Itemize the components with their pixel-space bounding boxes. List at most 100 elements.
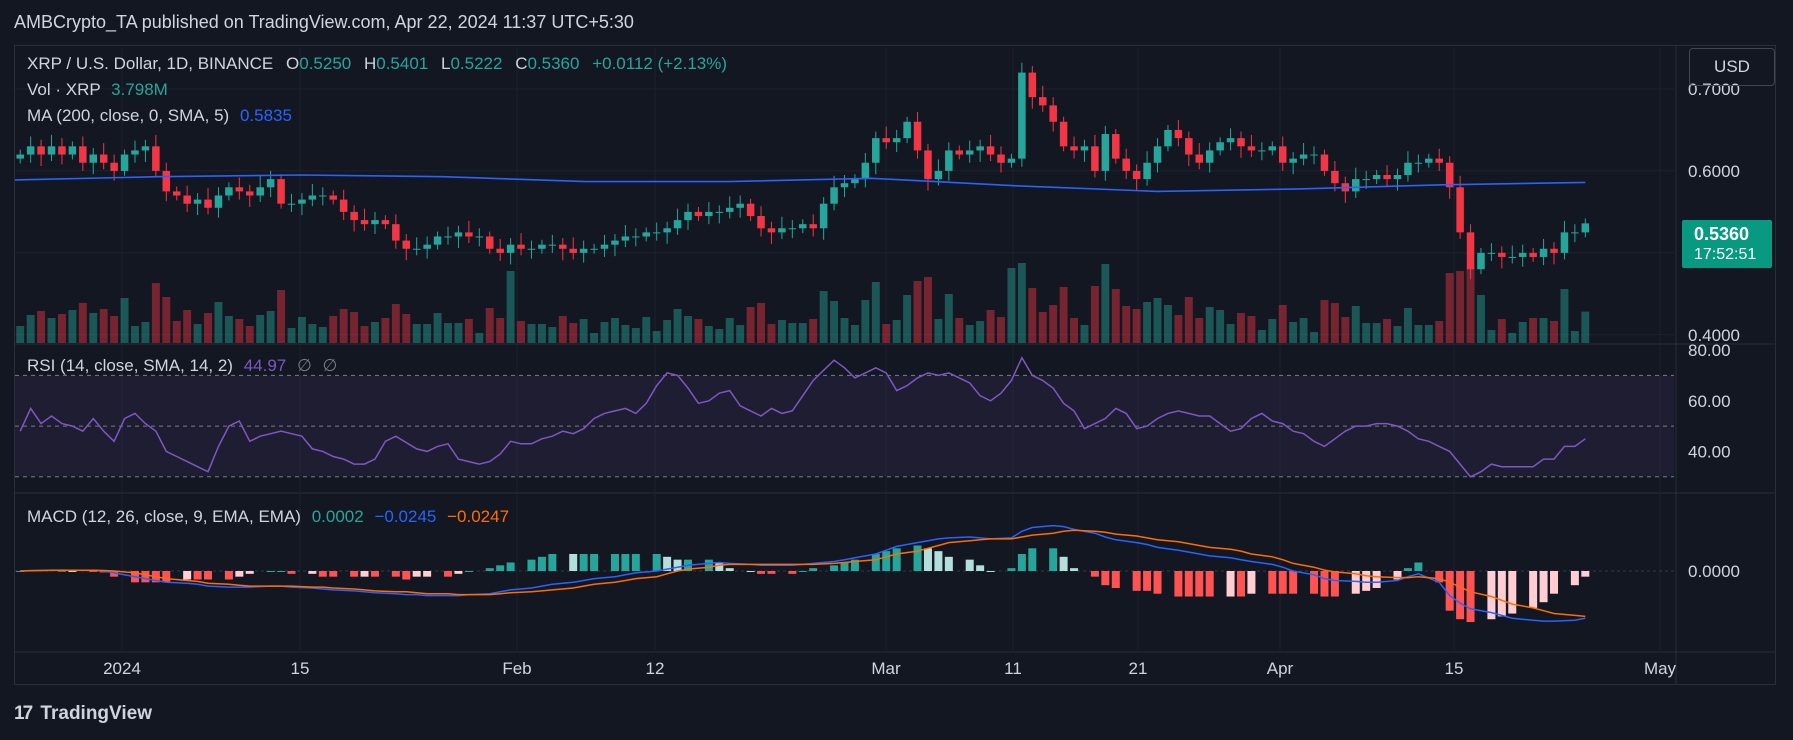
candle-body xyxy=(788,228,797,230)
volume-bar xyxy=(433,313,442,343)
macd-histogram-bar xyxy=(245,571,254,574)
rsi-value: 44.97 xyxy=(243,356,287,375)
symbol-legend[interactable]: XRP / U.S. Dollar, 1D, BINANCE O0.5250 H… xyxy=(27,54,727,74)
volume-bar xyxy=(1570,331,1579,343)
candle-body xyxy=(141,146,150,151)
candle-body xyxy=(1049,105,1057,122)
volume-bar xyxy=(1477,295,1485,343)
volume-bar xyxy=(558,316,567,343)
candle-body xyxy=(934,170,943,180)
candle-body xyxy=(183,195,191,204)
candle-body xyxy=(663,228,671,233)
candle-body xyxy=(1539,248,1548,257)
volume-bar xyxy=(1310,332,1318,343)
candle-body xyxy=(715,211,724,213)
macd-histogram-bar xyxy=(892,548,901,571)
volume-bar xyxy=(329,316,338,343)
rsi-legend[interactable]: RSI (14, close, SMA, 14, 2) 44.97 ∅ ∅ xyxy=(27,356,337,376)
volume-legend[interactable]: Vol · XRP 3.798M xyxy=(27,80,168,100)
volume-bar xyxy=(934,319,943,343)
candle-body xyxy=(99,154,108,163)
volume-bar xyxy=(381,318,390,343)
volume-bar xyxy=(621,325,630,343)
volume-bar xyxy=(1403,308,1412,343)
candle-body xyxy=(1299,154,1308,159)
symbol-title[interactable]: XRP / U.S. Dollar, 1D, BINANCE xyxy=(27,54,273,73)
candle-body xyxy=(204,199,212,208)
candle-body xyxy=(287,203,296,205)
macd-histogram-bar xyxy=(1372,571,1381,589)
volume-bar xyxy=(1497,319,1506,343)
macd-histogram-bar xyxy=(329,571,338,577)
rsi-tick-label: 60.00 xyxy=(1688,392,1731,411)
macd-histogram-bar xyxy=(1278,571,1287,594)
macd-histogram-bar xyxy=(1007,568,1016,571)
candle-body xyxy=(924,150,932,180)
rsi-tick-label: 40.00 xyxy=(1688,442,1731,461)
macd-legend[interactable]: MACD (12, 26, close, 9, EMA, EMA) 0.0002… xyxy=(27,507,509,527)
volume-bar xyxy=(266,311,275,343)
volume-bar xyxy=(224,316,233,343)
macd-histogram-bar xyxy=(537,556,546,571)
candle-body xyxy=(861,162,870,180)
volume-bar xyxy=(798,323,807,343)
volume-bar xyxy=(235,319,244,343)
macd-histogram-bar xyxy=(673,559,682,571)
candle-body xyxy=(600,244,609,249)
currency-button[interactable]: USD xyxy=(1689,48,1775,86)
volume-bar xyxy=(1216,310,1225,343)
volume-bar xyxy=(120,298,129,343)
candle-body xyxy=(1320,154,1329,171)
volume-bar xyxy=(371,322,379,343)
macd-histogram-bar xyxy=(746,571,755,572)
volume-bar xyxy=(1059,287,1068,343)
candle-body xyxy=(548,244,557,246)
volume-bar xyxy=(1456,271,1465,343)
volume-bar xyxy=(402,314,411,343)
volume-bar xyxy=(631,328,640,343)
candle-body xyxy=(1571,232,1579,234)
volume-bar xyxy=(757,303,765,343)
candle-body xyxy=(705,211,713,216)
macd-histogram-bar xyxy=(1529,571,1538,608)
candle-body xyxy=(736,203,744,208)
volume-bar xyxy=(1320,300,1329,343)
candle-body xyxy=(423,244,431,249)
ma-legend[interactable]: MA (200, close, 0, SMA, 5) 0.5835 xyxy=(27,106,292,126)
candle-body xyxy=(517,244,525,249)
volume-bar xyxy=(141,322,150,343)
candle-body xyxy=(1216,142,1224,151)
candle-body xyxy=(381,220,390,225)
tradingview-footer[interactable]: 17 TradingView xyxy=(14,703,152,725)
volume-bar xyxy=(1383,319,1392,343)
candle-body xyxy=(1487,252,1496,254)
candle-body xyxy=(621,236,630,241)
candle-body xyxy=(277,179,285,204)
macd-histogram-bar xyxy=(1414,562,1423,571)
volume-bar xyxy=(1017,263,1026,343)
macd-histogram-bar xyxy=(423,571,432,577)
macd-histogram-bar xyxy=(840,562,849,571)
macd-histogram-bar xyxy=(1362,571,1371,591)
high-value: 0.5401 xyxy=(376,54,429,73)
macd-histogram-bar xyxy=(1226,571,1235,597)
volume-bar xyxy=(1111,289,1120,343)
candle-body xyxy=(569,248,577,253)
candle-body xyxy=(694,211,703,216)
macd-histogram-bar xyxy=(1403,568,1412,571)
candle-body xyxy=(1195,154,1204,163)
candle-body xyxy=(79,146,87,163)
volume-bar xyxy=(1550,321,1558,343)
macd-histogram-bar xyxy=(1247,571,1256,594)
volume-bar xyxy=(1581,311,1590,343)
candle-body xyxy=(1560,232,1569,253)
macd-histogram-bar xyxy=(162,571,171,583)
volume-bar xyxy=(339,309,348,343)
bar-countdown: 17:52:51 xyxy=(1694,246,1757,263)
candle-body xyxy=(611,240,619,245)
macd-histogram-bar xyxy=(767,571,776,574)
candle-body xyxy=(725,207,734,212)
volume-bar xyxy=(1539,318,1548,343)
time-tick-label: Apr xyxy=(1267,659,1294,678)
macd-histogram-bar xyxy=(1111,571,1120,589)
